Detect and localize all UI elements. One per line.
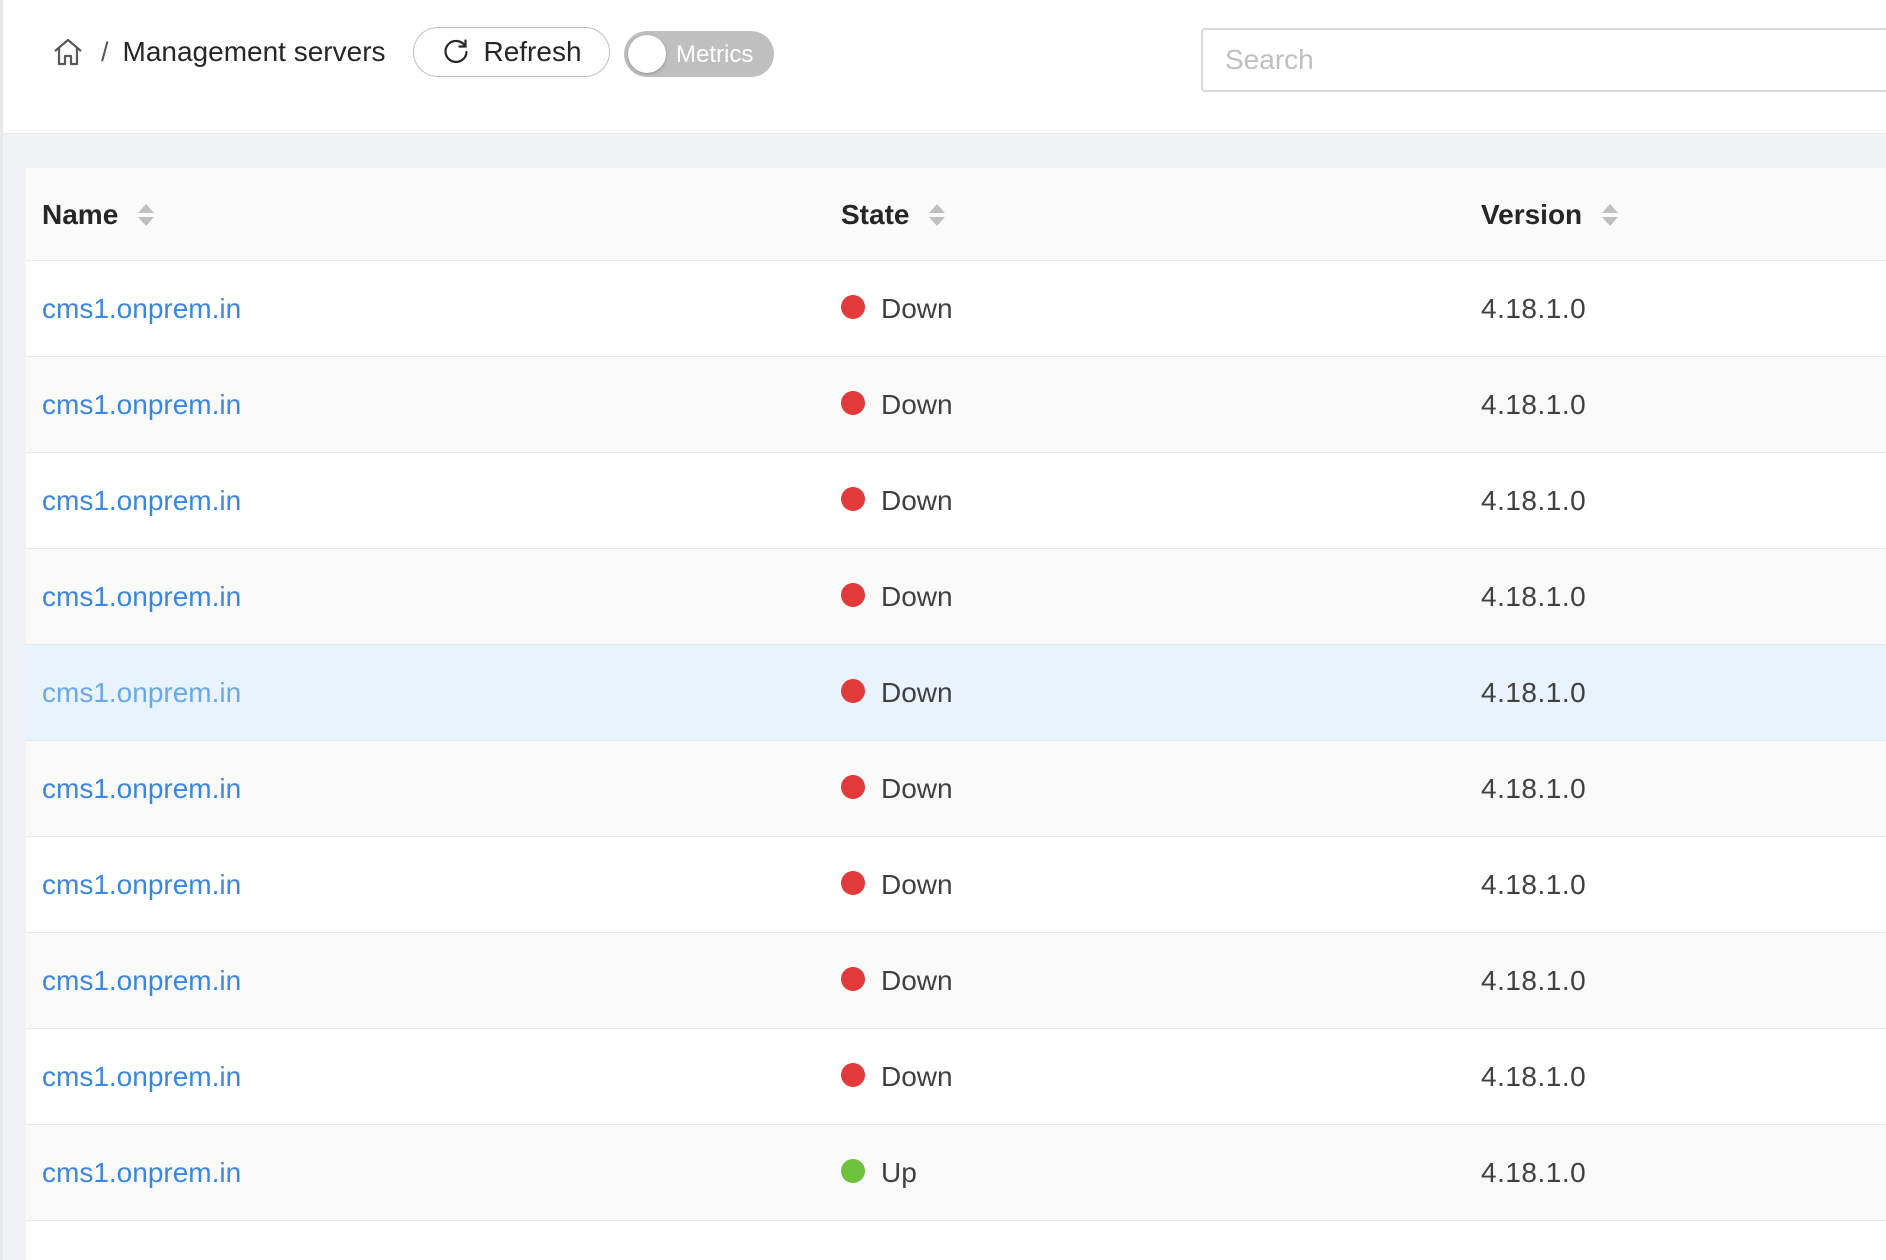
server-name-cell: cms1.onprem.in <box>42 1029 241 1125</box>
page-header: / Management servers Refresh Metrics <box>3 0 1886 134</box>
version-cell: 4.18.1.0 <box>1481 293 1587 324</box>
column-header-version[interactable]: Version <box>1481 168 1619 261</box>
state-label: Up <box>881 1157 917 1188</box>
state-cell: Down <box>841 453 953 549</box>
state-cell: Up <box>841 1125 917 1221</box>
status-dot-icon <box>841 1159 865 1183</box>
state-label: Down <box>881 869 953 900</box>
server-name-link[interactable]: cms1.onprem.in <box>42 1061 241 1093</box>
state-cell: Down <box>841 1029 953 1125</box>
table-row[interactable]: cms1.onprem.in Down 4.18.1.0 <box>26 453 1886 549</box>
page: / Management servers Refresh Metrics Nam… <box>0 0 1886 1260</box>
server-name-link[interactable]: cms1.onprem.in <box>42 485 241 517</box>
state-label: Down <box>881 485 953 516</box>
sort-icon[interactable] <box>138 203 155 226</box>
state-label: Down <box>881 773 953 804</box>
column-header-label: Name <box>42 198 119 230</box>
table-row[interactable]: cms1.onprem.in Up 4.18.1.0 <box>26 1125 1886 1221</box>
breadcrumb: / Management servers <box>51 34 386 70</box>
server-name-link[interactable]: cms1.onprem.in <box>42 1157 241 1189</box>
column-header-state[interactable]: State <box>841 168 946 261</box>
page-title: Management servers <box>122 36 386 67</box>
server-name-cell: cms1.onprem.in <box>42 1125 241 1221</box>
table-header: Name State Version <box>26 168 1886 261</box>
version-cell: 4.18.1.0 <box>1481 773 1587 804</box>
state-cell: Down <box>841 261 953 357</box>
state-label: Down <box>881 677 953 708</box>
table-row[interactable]: cms1.onprem.in Down 4.18.1.0 <box>26 1029 1886 1125</box>
state-cell: Down <box>841 645 953 741</box>
servers-table: Name State Version cms1.onprem.in Down 4.1… <box>26 168 1886 1260</box>
status-dot-icon <box>841 679 865 703</box>
server-name-link[interactable]: cms1.onprem.in <box>42 581 241 613</box>
table-row[interactable]: cms1.onprem.in Down 4.18.1.0 <box>26 261 1886 357</box>
status-dot-icon <box>841 871 865 895</box>
table-row[interactable]: cms1.onprem.in Down 4.18.1.0 <box>26 837 1886 933</box>
server-name-cell: cms1.onprem.in <box>42 357 241 453</box>
server-name-link[interactable]: cms1.onprem.in <box>42 293 241 325</box>
home-icon[interactable] <box>51 35 85 69</box>
state-cell: Down <box>841 933 953 1029</box>
toggle-knob <box>628 35 666 73</box>
server-name-link[interactable]: cms1.onprem.in <box>42 869 241 901</box>
server-name-cell: cms1.onprem.in <box>42 549 241 645</box>
refresh-button[interactable]: Refresh <box>413 27 610 77</box>
version-cell: 4.18.1.0 <box>1481 485 1587 516</box>
column-header-label: State <box>841 198 910 230</box>
version-cell: 4.18.1.0 <box>1481 581 1587 612</box>
status-dot-icon <box>841 487 865 511</box>
status-dot-icon <box>841 295 865 319</box>
table-row[interactable]: cms1.onprem.in Down 4.18.1.0 <box>26 933 1886 1029</box>
version-cell: 4.18.1.0 <box>1481 389 1587 420</box>
state-label: Down <box>881 389 953 420</box>
server-name-cell: cms1.onprem.in <box>42 261 241 357</box>
status-dot-icon <box>841 967 865 991</box>
state-cell: Down <box>841 357 953 453</box>
version-cell: 4.18.1.0 <box>1481 677 1587 708</box>
server-name-link[interactable]: cms1.onprem.in <box>42 677 241 709</box>
table-row[interactable]: cms1.onprem.in Down 4.18.1.0 <box>26 741 1886 837</box>
status-dot-icon <box>841 775 865 799</box>
state-label: Down <box>881 581 953 612</box>
server-name-link[interactable]: cms1.onprem.in <box>42 389 241 421</box>
table-row[interactable]: cms1.onprem.in Down 4.18.1.0 <box>26 645 1886 741</box>
column-header-name[interactable]: Name <box>42 168 155 261</box>
table-row[interactable]: cms1.onprem.in Down 4.18.1.0 <box>26 357 1886 453</box>
state-cell: Down <box>841 549 953 645</box>
state-label: Down <box>881 293 953 324</box>
status-dot-icon <box>841 583 865 607</box>
status-dot-icon <box>841 1063 865 1087</box>
state-label: Down <box>881 1061 953 1092</box>
server-name-cell: cms1.onprem.in <box>42 933 241 1029</box>
version-cell: 4.18.1.0 <box>1481 965 1587 996</box>
server-name-link[interactable]: cms1.onprem.in <box>42 965 241 997</box>
search-input[interactable] <box>1201 28 1886 92</box>
metrics-toggle[interactable]: Metrics <box>624 31 774 77</box>
sort-icon[interactable] <box>1602 203 1619 226</box>
column-header-label: Version <box>1481 198 1583 230</box>
server-name-cell: cms1.onprem.in <box>42 645 241 741</box>
version-cell: 4.18.1.0 <box>1481 1061 1587 1092</box>
table-row[interactable]: cms1.onprem.in Down 4.18.1.0 <box>26 549 1886 645</box>
server-name-cell: cms1.onprem.in <box>42 837 241 933</box>
state-cell: Down <box>841 837 953 933</box>
server-name-cell: cms1.onprem.in <box>42 741 241 837</box>
sidebar-edge <box>0 0 3 1260</box>
status-dot-icon <box>841 391 865 415</box>
state-cell: Down <box>841 741 953 837</box>
version-cell: 4.18.1.0 <box>1481 1157 1587 1188</box>
metrics-label: Metrics <box>676 41 754 68</box>
table-body: cms1.onprem.in Down 4.18.1.0 cms1.onprem.in… <box>26 261 1886 1221</box>
reload-icon <box>441 37 471 67</box>
breadcrumb-separator: / <box>101 36 109 67</box>
server-name-cell: cms1.onprem.in <box>42 453 241 549</box>
refresh-label: Refresh <box>483 36 582 67</box>
version-cell: 4.18.1.0 <box>1481 869 1587 900</box>
server-name-link[interactable]: cms1.onprem.in <box>42 773 241 805</box>
state-label: Down <box>881 965 953 996</box>
sort-icon[interactable] <box>929 203 946 226</box>
